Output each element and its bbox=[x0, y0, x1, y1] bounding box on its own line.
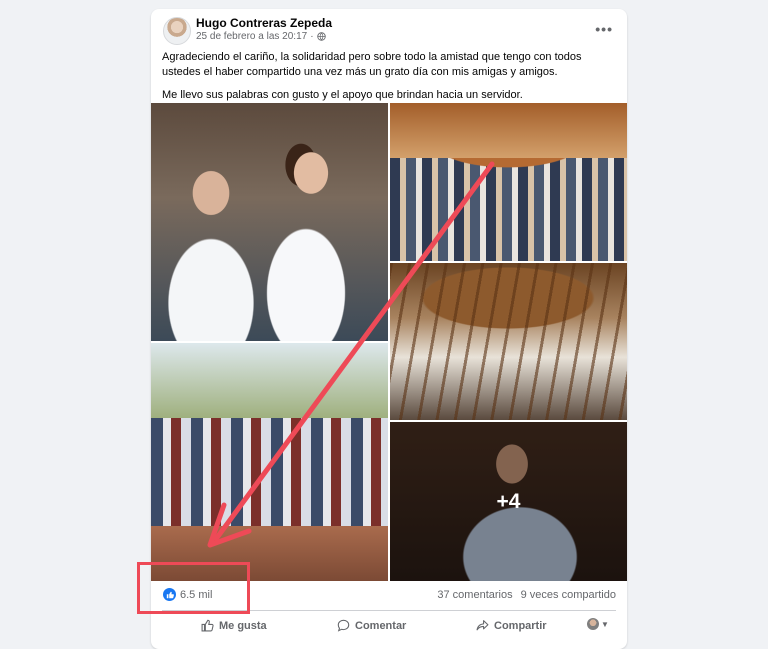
more-photos-count: +4 bbox=[496, 489, 521, 513]
engagement-counts: 37 comentarios 9 veces compartido bbox=[437, 589, 616, 601]
annotation-highlight-box bbox=[137, 562, 250, 614]
comments-count[interactable]: 37 comentarios bbox=[437, 589, 512, 601]
post-date[interactable]: 25 de febrero a las 20:17 bbox=[196, 31, 307, 42]
post-card: Hugo Contreras Zepeda 25 de febrero a la… bbox=[151, 9, 627, 649]
share-label: Compartir bbox=[494, 619, 547, 632]
react-as-selector[interactable]: ▼ bbox=[587, 618, 609, 630]
more-options-icon[interactable]: ••• bbox=[595, 21, 613, 37]
thumbs-up-icon bbox=[201, 619, 214, 632]
author-avatar[interactable] bbox=[163, 17, 191, 45]
comment-button[interactable]: Comentar bbox=[337, 619, 406, 632]
post-meta: 25 de febrero a las 20:17 · bbox=[196, 31, 326, 42]
comment-label: Comentar bbox=[355, 619, 407, 632]
globe-icon[interactable] bbox=[316, 32, 326, 41]
photo-grid: +4 bbox=[151, 103, 627, 581]
shares-count[interactable]: 9 veces compartido bbox=[521, 589, 616, 601]
post-header: Hugo Contreras Zepeda 25 de febrero a la… bbox=[151, 9, 627, 51]
share-arrow-icon bbox=[476, 620, 489, 631]
like-button[interactable]: Me gusta bbox=[201, 619, 267, 632]
post-text: Agradeciendo el cariño, la solidaridad p… bbox=[162, 50, 618, 111]
photo-2[interactable] bbox=[390, 103, 627, 261]
photo-3[interactable] bbox=[390, 263, 627, 420]
more-photos-overlay[interactable]: +4 bbox=[390, 422, 627, 581]
viewer-avatar bbox=[587, 618, 599, 630]
post-paragraph-2: Me llevo sus palabras con gusto y el apo… bbox=[162, 89, 523, 101]
post-actions: Me gusta Comentar Compartir ▼ bbox=[151, 611, 627, 641]
post-paragraph-1: Agradeciendo el cariño, la solidaridad p… bbox=[162, 51, 582, 78]
like-label: Me gusta bbox=[219, 619, 267, 632]
photo-1[interactable] bbox=[151, 103, 388, 341]
author-name[interactable]: Hugo Contreras Zepeda bbox=[196, 16, 332, 30]
photo-4[interactable] bbox=[151, 343, 388, 581]
share-button[interactable]: Compartir bbox=[476, 619, 547, 632]
speech-bubble-icon bbox=[337, 619, 350, 632]
meta-separator: · bbox=[310, 31, 314, 42]
caret-down-icon: ▼ bbox=[601, 619, 609, 629]
